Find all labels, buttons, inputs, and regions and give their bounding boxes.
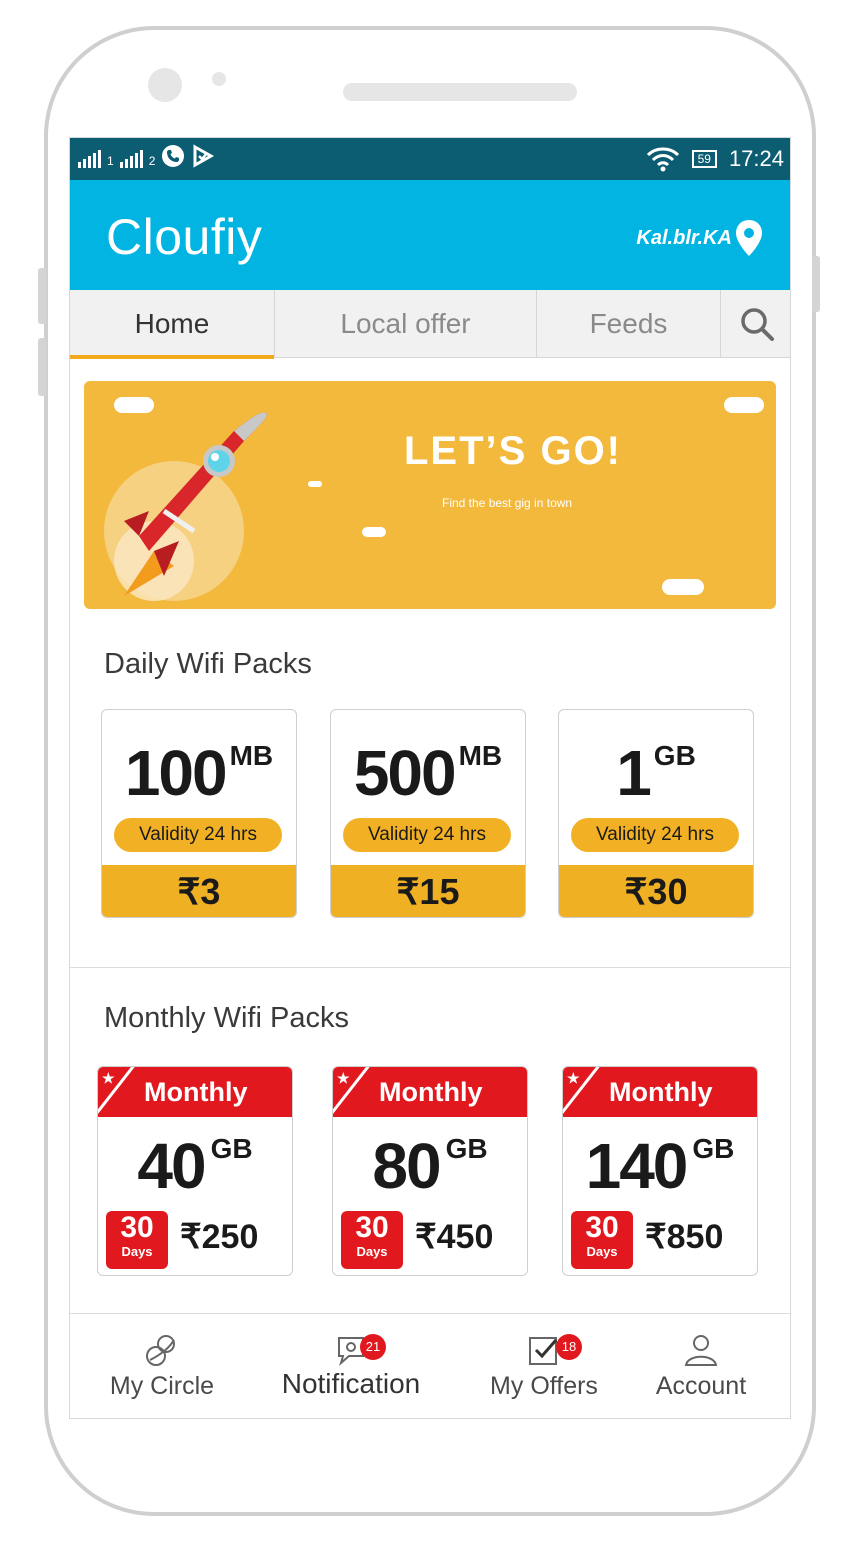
monthly-ribbon: ★ Monthly (98, 1067, 292, 1117)
cloud-decoration (308, 481, 322, 487)
notification-check-icon (193, 144, 215, 168)
days-label: Days (356, 1244, 388, 1259)
location-label: Kal.blr.KA (636, 226, 732, 249)
banner-title: LET’S GO! (404, 429, 622, 473)
pack-price: ₹450 (415, 1218, 494, 1256)
rocket-illustration (104, 412, 267, 601)
days-label: Days (586, 1244, 618, 1259)
pack-price: ₹30 (559, 865, 753, 917)
daily-pack-card[interactable]: 500 MB Validity 24 hrs ₹15 (330, 709, 526, 918)
daily-pack-card[interactable]: 100 MB Validity 24 hrs ₹3 (101, 709, 297, 918)
monthly-label: Monthly (379, 1077, 483, 1107)
sensor (212, 72, 226, 86)
offers-badge: 18 (556, 1334, 582, 1360)
cloud-decoration (662, 579, 704, 595)
nav-label: My Offers (490, 1372, 598, 1400)
tab-bar: Home Local offer Feeds (70, 290, 790, 359)
bottom-navigation: My Circle 21 Notification 18 My Offers A… (70, 1313, 790, 1418)
pack-price: ₹15 (331, 865, 525, 917)
pack-unit: MB (458, 740, 503, 771)
validity-badge: Validity 24 hrs (571, 818, 739, 852)
pack-price: ₹850 (645, 1218, 724, 1256)
pack-size: 80 (372, 1130, 441, 1202)
cloud-decoration (724, 397, 764, 413)
app-screen: 1 2 59 17:24 Cloufiy Kal.blr.KA Home Loc… (69, 137, 791, 1419)
validity-badge: Validity 24 hrs (343, 818, 511, 852)
clock: 17:24 (728, 146, 784, 171)
app-title: Cloufiy (106, 209, 263, 265)
nav-label: My Circle (109, 1372, 215, 1400)
pack-price: ₹250 (180, 1218, 259, 1256)
monthly-pack-card[interactable]: ★ Monthly 80 GB 30 Days ₹450 (332, 1066, 528, 1276)
nav-my-circle[interactable]: My Circle (92, 1314, 232, 1418)
pack-size: 40 (137, 1130, 206, 1202)
cloud-decoration (362, 527, 386, 537)
search-button[interactable] (721, 290, 790, 358)
monthly-ribbon: ★ Monthly (563, 1067, 757, 1117)
tab-home[interactable]: Home (70, 290, 275, 359)
monthly-pack-card[interactable]: ★ Monthly 40 GB 30 Days ₹250 (97, 1066, 293, 1276)
pack-size: 100 (124, 737, 228, 809)
nav-notification[interactable]: 21 Notification (266, 1314, 436, 1418)
days-count: 30 (585, 1211, 619, 1244)
account-icon (684, 1335, 718, 1366)
volume-up-button (38, 268, 46, 324)
tab-feeds[interactable]: Feeds (537, 290, 721, 358)
monthly-label: Monthly (144, 1077, 248, 1107)
pack-unit: GB (692, 1133, 735, 1164)
sim1-label: 1 (107, 154, 114, 168)
status-bar: 1 2 59 17:24 (70, 138, 790, 180)
pack-unit: MB (229, 740, 274, 771)
volume-down-button (38, 338, 46, 396)
app-bar: Cloufiy Kal.blr.KA (70, 180, 790, 290)
promo-banner[interactable]: LET’S GO! Find the best gig in town (84, 381, 776, 609)
signal-icon (119, 148, 143, 168)
tab-local-offer[interactable]: Local offer (275, 290, 537, 358)
pack-unit: GB (210, 1133, 253, 1164)
days-badge: 30 Days (571, 1211, 633, 1269)
monthly-ribbon: ★ Monthly (333, 1067, 527, 1117)
pack-size: 500 (353, 737, 457, 809)
pack-size: 140 (585, 1130, 689, 1202)
section-divider (70, 967, 790, 968)
signal-icon (78, 148, 101, 168)
nav-label: Account (655, 1372, 747, 1400)
pack-size: 1 (616, 737, 652, 809)
search-icon (740, 308, 774, 341)
validity-badge: Validity 24 hrs (114, 818, 282, 852)
daily-packs-title: Daily Wifi Packs (104, 648, 312, 680)
pack-price: ₹3 (102, 865, 296, 917)
days-count: 30 (355, 1211, 389, 1244)
nav-account[interactable]: Account (636, 1314, 766, 1418)
days-label: Days (121, 1244, 153, 1259)
battery-indicator: 59 (691, 150, 717, 168)
speaker-grille (343, 83, 577, 101)
power-button (812, 256, 820, 312)
location-pin-icon (736, 220, 762, 256)
monthly-pack-card[interactable]: ★ Monthly 140 GB 30 Days ₹850 (562, 1066, 758, 1276)
wifi-icon (646, 147, 679, 172)
front-camera (148, 68, 182, 102)
pack-unit: GB (653, 740, 696, 771)
banner-subtitle: Find the best gig in town (442, 496, 573, 510)
call-icon (162, 145, 185, 167)
location-selector[interactable]: Kal.blr.KA (636, 218, 764, 258)
days-badge: 30 Days (341, 1211, 403, 1269)
pack-unit: GB (445, 1133, 488, 1164)
circle-icon (146, 1335, 175, 1366)
notification-badge: 21 (360, 1334, 386, 1360)
monthly-label: Monthly (609, 1077, 713, 1107)
days-count: 30 (120, 1211, 154, 1244)
sim2-label: 2 (148, 154, 156, 168)
monthly-packs-title: Monthly Wifi Packs (104, 1002, 349, 1034)
nav-label: Notification (281, 1368, 421, 1399)
nav-my-offers[interactable]: 18 My Offers (474, 1314, 614, 1418)
days-badge: 30 Days (106, 1211, 168, 1269)
daily-pack-card[interactable]: 1 GB Validity 24 hrs ₹30 (558, 709, 754, 918)
